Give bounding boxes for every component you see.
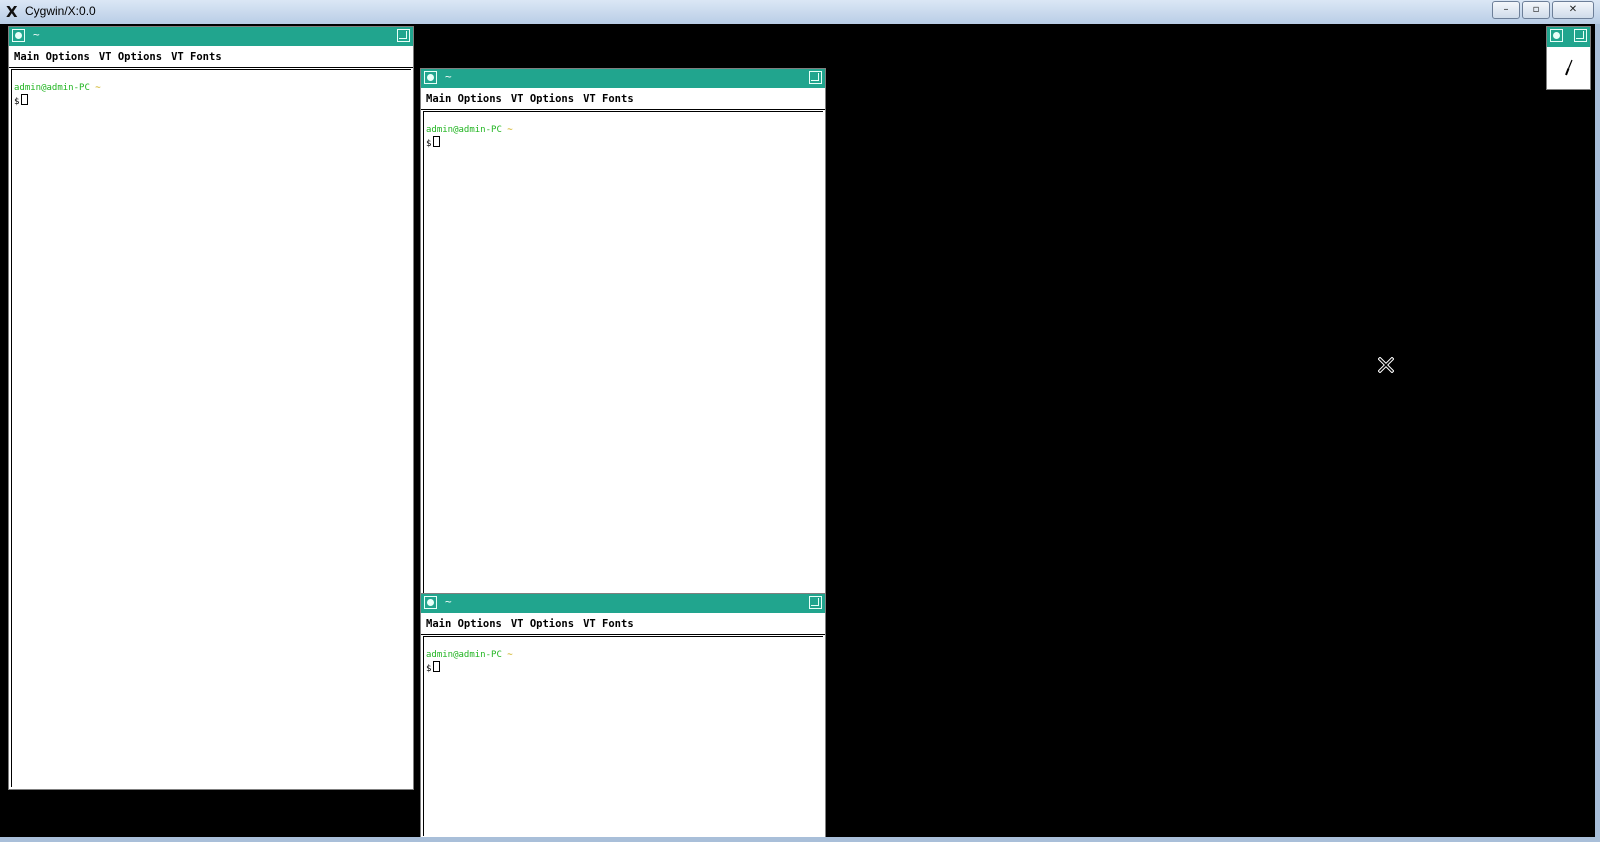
xterm-menubar: Main Options VT Options VT Fonts — [9, 46, 413, 68]
window-menu-icon[interactable] — [12, 29, 25, 42]
xterm-title: ~ — [33, 28, 40, 41]
resize-corner-icon[interactable] — [1574, 29, 1587, 42]
prompt-user: admin@admin-PC — [426, 650, 502, 660]
bottom-window-edge — [0, 837, 1600, 842]
xterm-menubar: Main Options VT Options VT Fonts — [421, 88, 825, 110]
command-line: $ — [14, 94, 29, 107]
minimize-button[interactable]: – — [1492, 1, 1520, 19]
menu-main-options[interactable]: Main Options — [426, 618, 502, 630]
xclock-window[interactable] — [1546, 26, 1591, 90]
right-window-edge — [1595, 24, 1600, 837]
command-line: $ — [426, 136, 441, 149]
xterm-menubar: Main Options VT Options VT Fonts — [421, 613, 825, 635]
x-logo-icon: X — [6, 3, 18, 21]
circle-button-icon — [1553, 32, 1560, 39]
circle-button-icon — [427, 599, 434, 606]
window-menu-icon[interactable] — [1550, 29, 1563, 42]
xterm-window-2[interactable]: ~ Main Options VT Options VT Fonts admin… — [420, 68, 826, 621]
prompt-dir: ~ — [507, 650, 513, 660]
prompt-dir: ~ — [95, 83, 101, 93]
prompt-line: admin@admin-PC ~ — [14, 83, 101, 93]
terminal-output[interactable]: admin@admin-PC ~ $ — [11, 69, 411, 787]
x-display-desktop[interactable]: ~ Main Options VT Options VT Fonts admin… — [0, 24, 1595, 839]
xterm-title: ~ — [445, 595, 452, 608]
xterm-window-3[interactable]: ~ Main Options VT Options VT Fonts admin… — [420, 593, 826, 839]
terminal-output[interactable]: admin@admin-PC ~ $ — [423, 636, 823, 836]
xterm-window-1[interactable]: ~ Main Options VT Options VT Fonts admin… — [8, 26, 414, 790]
prompt-symbol: $ — [426, 664, 432, 674]
menu-vt-options[interactable]: VT Options — [511, 618, 574, 630]
xclock-titlebar[interactable] — [1547, 27, 1590, 47]
circle-button-icon — [15, 32, 22, 39]
window-controls: – ▫ ✕ — [1492, 1, 1594, 19]
close-button[interactable]: ✕ — [1552, 1, 1594, 19]
prompt-user: admin@admin-PC — [14, 83, 90, 93]
menu-main-options[interactable]: Main Options — [426, 93, 502, 105]
menu-main-options[interactable]: Main Options — [14, 51, 90, 63]
menu-vt-fonts[interactable]: VT Fonts — [583, 93, 634, 105]
prompt-line: admin@admin-PC ~ — [426, 125, 513, 135]
cygwin-x-window: X Cygwin/X:0.0 – ▫ ✕ ~ Main Options VT O… — [0, 0, 1600, 842]
window-menu-icon[interactable] — [424, 596, 437, 609]
window-titlebar[interactable]: X Cygwin/X:0.0 – ▫ ✕ — [0, 0, 1600, 25]
prompt-dir: ~ — [507, 125, 513, 135]
prompt-line: admin@admin-PC ~ — [426, 650, 513, 660]
resize-corner-icon[interactable] — [809, 71, 822, 84]
text-cursor — [433, 661, 441, 672]
xterm-titlebar[interactable]: ~ — [421, 69, 825, 88]
xterm-titlebar[interactable]: ~ — [9, 27, 413, 46]
xterm-titlebar[interactable]: ~ — [421, 594, 825, 613]
terminal-output[interactable]: admin@admin-PC ~ $ — [423, 111, 823, 618]
text-cursor — [433, 136, 441, 147]
text-cursor — [21, 94, 29, 105]
menu-vt-options[interactable]: VT Options — [511, 93, 574, 105]
resize-corner-icon[interactable] — [397, 29, 410, 42]
x-cursor-icon — [1378, 357, 1394, 373]
prompt-user: admin@admin-PC — [426, 125, 502, 135]
command-line: $ — [426, 661, 441, 674]
xterm-title: ~ — [445, 70, 452, 83]
analog-clock-icon — [1550, 50, 1587, 87]
circle-button-icon — [427, 74, 434, 81]
window-title: Cygwin/X:0.0 — [25, 4, 96, 18]
menu-vt-fonts[interactable]: VT Fonts — [171, 51, 222, 63]
window-menu-icon[interactable] — [424, 71, 437, 84]
menu-vt-fonts[interactable]: VT Fonts — [583, 618, 634, 630]
maximize-button[interactable]: ▫ — [1522, 1, 1550, 19]
prompt-symbol: $ — [14, 97, 20, 107]
resize-corner-icon[interactable] — [809, 596, 822, 609]
prompt-symbol: $ — [426, 139, 432, 149]
menu-vt-options[interactable]: VT Options — [99, 51, 162, 63]
